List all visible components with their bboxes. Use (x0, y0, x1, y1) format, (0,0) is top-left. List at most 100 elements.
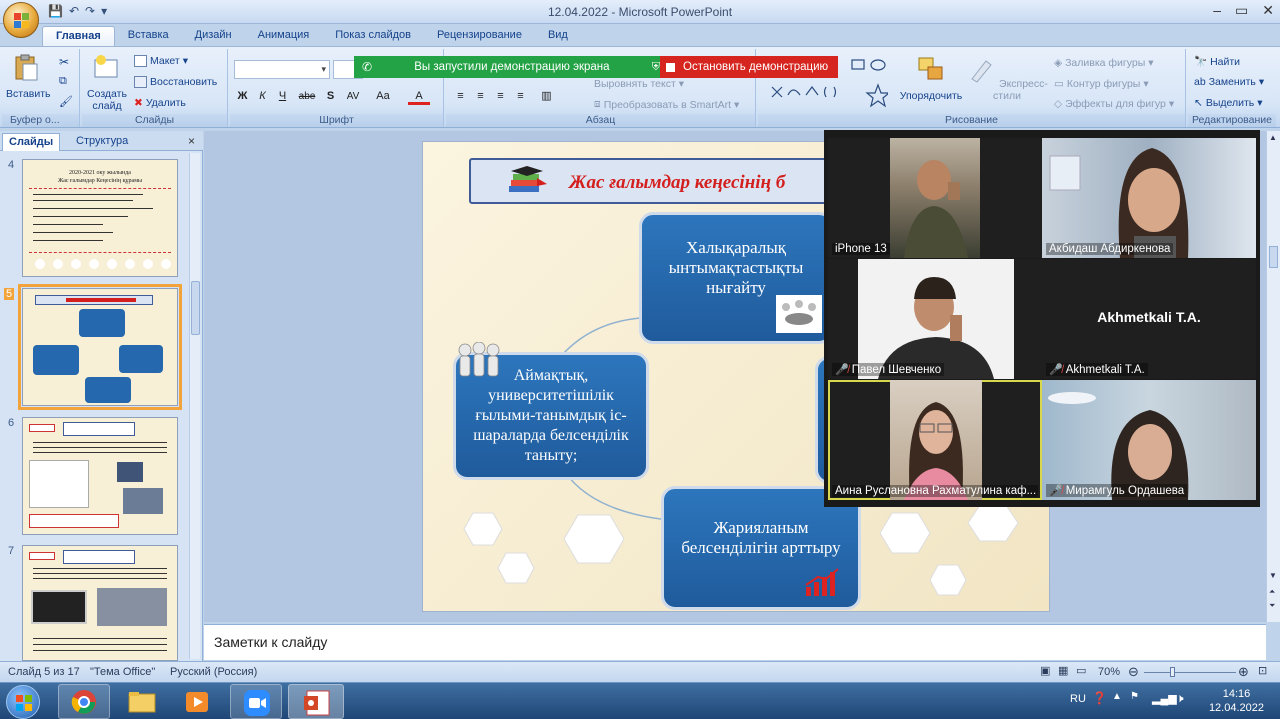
align-left-icon[interactable]: ≡ (452, 88, 469, 105)
system-clock[interactable]: 14:16 12.04.2022 (1209, 687, 1264, 715)
participant-tile[interactable]: iPhone 13 (828, 138, 1042, 258)
delete-slide-button[interactable]: ✖ Удалить (134, 97, 186, 109)
scrollbar-thumb[interactable] (191, 281, 200, 335)
taskbar-powerpoint[interactable] (288, 684, 344, 719)
slides-group: Создать слайд Макет ▾ Восстановить ✖ Удал… (82, 49, 228, 127)
participant-tile[interactable]: Akhmetkali T.A. 🎤̸ Akhmetkali T.A. (1042, 259, 1256, 379)
participant-tile[interactable]: 🎤̸ Мирамгуль Ордашева (1042, 380, 1256, 500)
tab-view[interactable]: Вид (535, 26, 581, 47)
tab-review[interactable]: Рецензирование (424, 26, 535, 47)
new-slide-button[interactable]: Создать слайд (84, 53, 130, 112)
network-signal-icon[interactable]: ▂▄▆ (1152, 692, 1177, 705)
shape-effects-button[interactable]: ◇ Эффекты для фигур ▾ (1054, 98, 1174, 110)
paste-button[interactable]: Вставить (6, 53, 51, 100)
tab-animation[interactable]: Анимация (245, 26, 323, 47)
layout-button[interactable]: Макет ▾ (134, 55, 188, 67)
zoom-level[interactable]: 70% (1098, 666, 1120, 678)
slide-title-box[interactable]: Жас ғалымдар кеңесінің б (469, 158, 849, 204)
zoom-slider-thumb[interactable] (1170, 667, 1175, 677)
stop-icon (666, 62, 675, 72)
taskbar-zoom[interactable] (230, 684, 282, 719)
editing-group-label: Редактирование (1188, 114, 1276, 127)
taskbar-media-player[interactable] (172, 684, 224, 719)
italic-button[interactable]: К (254, 88, 271, 105)
scroll-up-icon[interactable]: ▲ (1269, 133, 1277, 142)
hexagon-decor (463, 512, 503, 546)
notes-pane[interactable]: Заметки к слайду (204, 624, 1266, 660)
font-name-select[interactable]: ▾ (234, 60, 330, 79)
bold-button[interactable]: Ж (234, 88, 251, 105)
maximize-icon[interactable]: ▭ (1235, 2, 1248, 19)
stop-share-button[interactable]: Остановить демонстрацию (660, 56, 838, 78)
slide-thumbnail[interactable] (22, 417, 178, 535)
taskbar-chrome[interactable] (58, 684, 110, 719)
zoom-in-icon[interactable]: ⊕ (1238, 664, 1249, 680)
mic-muted-icon: 🎤̸ (1049, 485, 1063, 497)
slide-thumbnail[interactable] (22, 545, 178, 661)
columns-icon[interactable]: ▥ (538, 88, 555, 105)
normal-view-icon[interactable]: ▣ (1040, 664, 1050, 677)
tab-home[interactable]: Главная (42, 26, 115, 47)
slide-thumbnail[interactable]: 2020-2021 оку жылында Жас ғалымдар Кеңес… (22, 159, 178, 277)
speaker-icon[interactable]: 🕨 (1176, 691, 1184, 706)
participant-tile-active-speaker[interactable]: Аина Руслановна Рахматулина каф... (828, 380, 1042, 500)
format-painter-icon[interactable]: 🖌 (59, 95, 73, 108)
tab-slideshow[interactable]: Показ слайдов (322, 26, 424, 47)
close-icon[interactable]: × (188, 134, 195, 148)
shadow-button[interactable]: S (322, 88, 339, 105)
slides-pane-scrollbar[interactable] (189, 153, 200, 659)
char-spacing-button[interactable]: AV (342, 88, 364, 105)
font-color-button[interactable]: A (408, 88, 430, 105)
tray-expand-icon[interactable]: ▲ (1112, 691, 1122, 702)
fit-to-window-icon[interactable]: ⊡ (1258, 664, 1267, 677)
close-icon[interactable]: ✕ (1262, 2, 1274, 19)
zoom-slider[interactable] (1144, 667, 1236, 677)
taskbar-explorer[interactable] (116, 684, 168, 719)
tab-insert[interactable]: Вставка (115, 26, 182, 47)
slides-group-label: Слайды (82, 114, 227, 127)
arrange-button[interactable]: Упорядочить (896, 55, 966, 102)
scroll-down-icon[interactable]: ▼ (1269, 571, 1277, 580)
reset-button[interactable]: Восстановить (134, 76, 217, 88)
tab-design[interactable]: Дизайн (182, 26, 245, 47)
align-right-icon[interactable]: ≡ (492, 88, 509, 105)
slide-sorter-icon[interactable]: ▦ (1058, 664, 1068, 677)
justify-icon[interactable]: ≡ (512, 88, 529, 105)
align-center-icon[interactable]: ≡ (472, 88, 489, 105)
slideshow-view-icon[interactable]: ▭ (1076, 664, 1086, 677)
shape-outline-button[interactable]: ▭ Контур фигуры ▾ (1054, 78, 1149, 90)
select-button[interactable]: ↖ Выделить ▾ (1194, 97, 1263, 109)
tab-slides[interactable]: Слайды (2, 133, 61, 151)
shape-fill-button[interactable]: ◈ Заливка фигуры ▾ (1054, 57, 1154, 69)
participant-tile[interactable]: 🎤̸ Павел Шевченко (828, 259, 1042, 379)
underline-button[interactable]: Ч (274, 88, 291, 105)
find-button[interactable]: 🔭 Найти (1194, 55, 1240, 69)
quick-styles-button[interactable]: Экспресс-стили (964, 55, 1050, 102)
prev-slide-icon[interactable]: ⏶ (1269, 587, 1275, 597)
slide-scrollbar[interactable]: ▲ ▼ ⏶ ⏷ (1266, 131, 1280, 622)
tray-icon[interactable]: ⚑ (1130, 691, 1139, 702)
zoom-out-icon[interactable]: ⊖ (1128, 664, 1139, 680)
replace-button[interactable]: ab Заменить ▾ (1194, 76, 1264, 88)
start-button[interactable] (6, 685, 40, 719)
align-text-button[interactable]: Выровнять текст ▾ (594, 78, 684, 90)
cut-icon[interactable]: ✂ (59, 55, 69, 69)
office-button[interactable] (3, 2, 39, 38)
person-silhouette-icon (904, 402, 968, 500)
minimize-icon[interactable]: – (1213, 2, 1221, 19)
help-icon[interactable]: ❓ (1092, 691, 1107, 705)
next-slide-icon[interactable]: ⏷ (1269, 601, 1275, 611)
smartart-button[interactable]: ⧈ Преобразовать в SmartArt ▾ (594, 98, 739, 111)
node-international[interactable]: Халықаралық ынтымақтастықты нығайту (639, 212, 833, 344)
scrollbar-thumb[interactable] (1269, 246, 1278, 268)
participant-tile[interactable]: Акбидаш Абдиркенова (1042, 138, 1256, 258)
editing-group: 🔭 Найти ab Заменить ▾ ↖ Выделить ▾ Редактир… (1188, 49, 1276, 127)
change-case-button[interactable]: Aa (372, 88, 394, 105)
copy-icon[interactable]: ⧉ (59, 75, 67, 88)
input-language[interactable]: RU (1070, 693, 1086, 705)
tab-outline[interactable]: Структура (70, 133, 134, 151)
person-silhouette-icon (1048, 392, 1189, 500)
strikethrough-button[interactable]: abe (296, 88, 318, 105)
slide-thumbnail-selected[interactable] (18, 284, 182, 410)
slide-title: Жас ғалымдар кеңесінің б (569, 172, 786, 193)
